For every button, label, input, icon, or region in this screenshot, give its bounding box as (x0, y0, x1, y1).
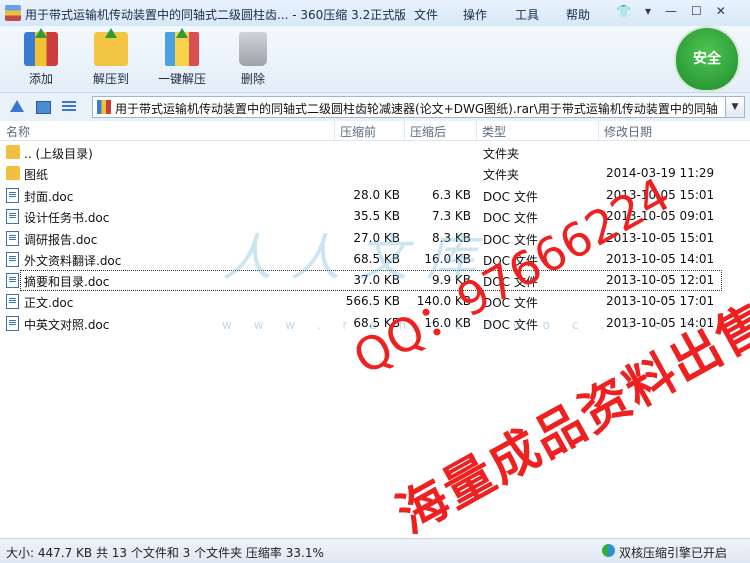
file-modified: 2013-10-05 17:01 (606, 294, 715, 308)
column-name[interactable]: 名称 (6, 123, 30, 140)
list-view-icon[interactable] (62, 101, 76, 113)
file-name: 调研报告.doc (24, 233, 98, 247)
status-summary: 大小: 447.7 KB 共 13 个文件和 3 个文件夹 压缩率 33.1% (6, 546, 324, 560)
file-size: 28.0 KB (353, 188, 400, 202)
list-item[interactable]: .. (上级目录) 文件夹 (0, 142, 750, 163)
file-modified: 2013-10-05 12:01 (606, 273, 715, 287)
file-name: 图纸 (24, 168, 49, 182)
extract-to-icon (94, 28, 128, 66)
delete-button[interactable]: 删除 (218, 30, 288, 90)
doc-file-icon (6, 231, 19, 246)
minimize-icon[interactable]: — (665, 4, 677, 22)
file-type: 文件夹 (483, 147, 520, 161)
doc-file-icon (6, 252, 19, 267)
column-type[interactable]: 类型 (482, 123, 506, 140)
folder-icon (6, 166, 20, 180)
file-list-header: 名称 压缩前 压缩后 类型 修改日期 (0, 121, 750, 141)
doc-file-icon (6, 294, 19, 309)
menu-operate[interactable]: 操作 (463, 6, 487, 23)
extract-to-button[interactable]: 解压到 (76, 28, 146, 90)
address-path: 用于带式运输机传动装置中的同轴式二级圆柱齿轮减速器(论文+DWG图纸).rar\… (115, 102, 718, 116)
file-modified: 2013-10-05 14:01 (606, 252, 715, 266)
doc-file-icon (6, 316, 19, 331)
close-icon[interactable]: ✕ (716, 4, 726, 22)
address-dropdown-icon[interactable]: ▼ (726, 96, 745, 118)
file-name: .. (上级目录) (24, 147, 93, 161)
thumbnail-view-icon[interactable] (36, 101, 51, 114)
menu-tools[interactable]: 工具 (515, 6, 539, 23)
extract-to-label: 解压到 (92, 72, 129, 86)
toolbar: 添加 解压到 一键解压 删除 安全 (0, 26, 750, 92)
security-shield-icon[interactable]: 安全 (676, 28, 738, 90)
list-item[interactable]: 正文.doc 566.5 KB 140.0 KB DOC 文件 2013-10-… (0, 291, 750, 312)
doc-file-icon (6, 209, 19, 224)
delete-trash-icon (239, 32, 267, 66)
window-controls: 👕 ▾ — ☐ ✕ (616, 4, 726, 22)
engine-status[interactable]: 双核压缩引擎已开启 (619, 544, 727, 561)
archive-icon (97, 100, 111, 114)
file-type: 文件夹 (483, 168, 520, 182)
menu-file[interactable]: 文件 (414, 6, 438, 23)
add-label: 添加 (28, 72, 53, 86)
file-name: 正文.doc (24, 296, 74, 310)
file-name: 中英文对照.doc (24, 318, 110, 332)
maximize-icon[interactable]: ☐ (691, 4, 702, 22)
one-click-extract-label: 一键解压 (157, 72, 206, 86)
folder-icon (6, 145, 20, 159)
up-level-icon[interactable] (10, 100, 24, 112)
title-bar: 用于带式运输机传动装置中的同轴式二级圆柱齿... - 360压缩 3.2正式版 … (0, 0, 750, 26)
add-archive-icon (24, 28, 58, 66)
dual-engine-icon (602, 544, 615, 557)
menu-dropdown-icon[interactable]: ▾ (645, 4, 651, 22)
app-logo-icon (5, 5, 21, 21)
file-name: 封面.doc (24, 190, 74, 204)
doc-file-icon (6, 273, 19, 288)
add-button[interactable]: 添加 (6, 28, 76, 90)
menu-help[interactable]: 帮助 (566, 6, 590, 23)
column-packed[interactable]: 压缩后 (410, 123, 446, 140)
file-name: 外文资料翻译.doc (24, 254, 122, 268)
file-packed: 6.3 KB (432, 188, 471, 202)
file-name: 设计任务书.doc (24, 211, 110, 225)
security-badge-label: 安全 (693, 51, 721, 67)
window-title: 用于带式运输机传动装置中的同轴式二级圆柱齿... - 360压缩 3.2正式版 (25, 8, 405, 22)
skin-shirt-icon[interactable]: 👕 (616, 4, 631, 22)
address-input[interactable]: 用于带式运输机传动装置中的同轴式二级圆柱齿轮减速器(论文+DWG图纸).rar\… (92, 96, 726, 118)
file-name: 摘要和目录.doc (24, 275, 110, 289)
status-bar: 大小: 447.7 KB 共 13 个文件和 3 个文件夹 压缩率 33.1% … (0, 538, 750, 563)
one-click-extract-button[interactable]: 一键解压 (147, 28, 217, 90)
one-click-extract-icon (165, 28, 199, 66)
delete-label: 删除 (240, 72, 265, 86)
file-type: DOC 文件 (483, 190, 538, 204)
column-modified[interactable]: 修改日期 (604, 123, 652, 140)
column-size[interactable]: 压缩前 (340, 123, 376, 140)
address-row: 用于带式运输机传动装置中的同轴式二级圆柱齿轮减速器(论文+DWG图纸).rar\… (0, 92, 750, 122)
doc-file-icon (6, 188, 19, 203)
